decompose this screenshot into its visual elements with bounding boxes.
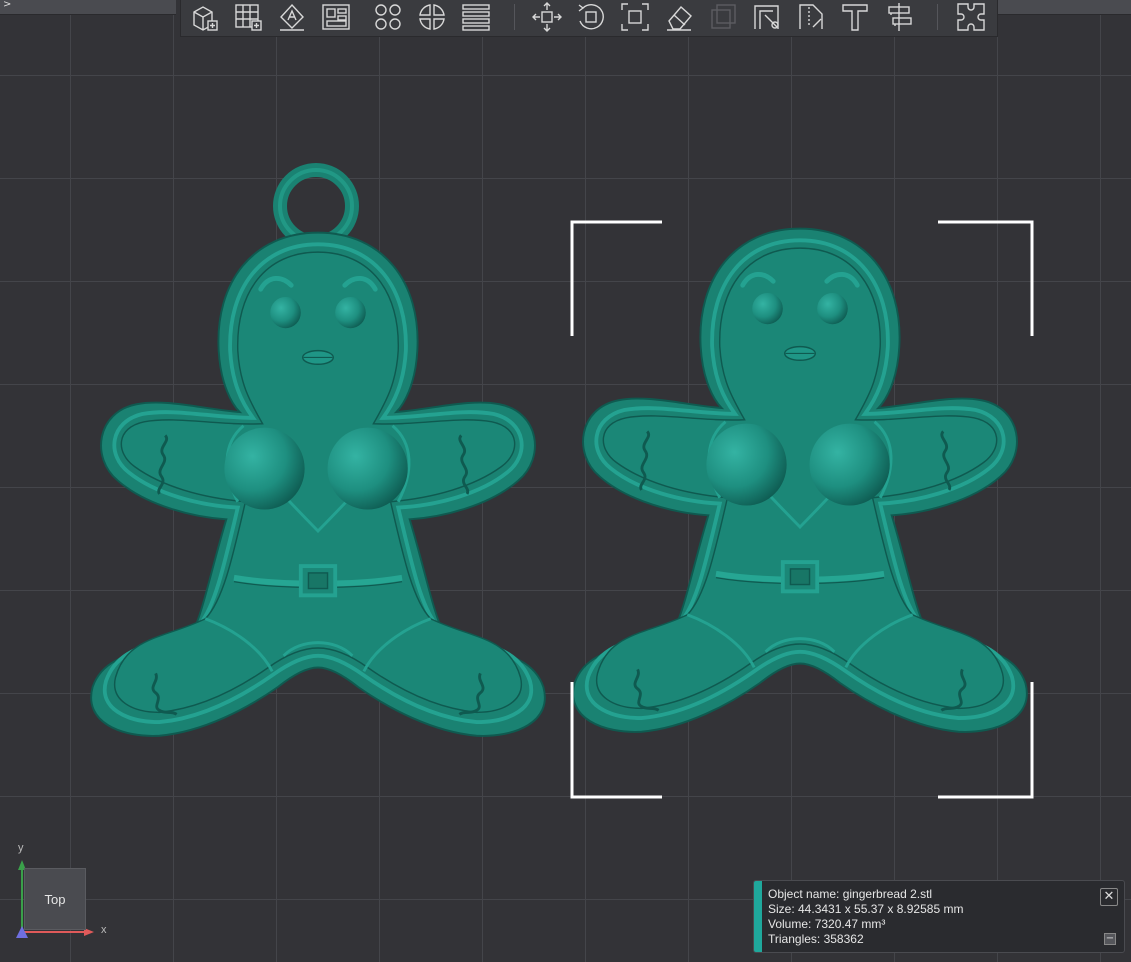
x-axis-label: x [101, 924, 107, 936]
build-scene [16, 163, 1034, 938]
minimize-icon[interactable]: − [1104, 933, 1116, 945]
view-cube-label: Top [44, 891, 66, 907]
info-accent-bar [754, 881, 762, 952]
object-size: Size: 44.3431 x 55.37 x 8.92585 mm [768, 902, 964, 916]
y-axis-label: y [18, 842, 24, 854]
close-icon[interactable]: ✕ [1100, 888, 1118, 906]
object-triangles: Triangles: 358362 [768, 932, 864, 946]
gingerbread-model-left[interactable] [91, 163, 545, 736]
view-cube[interactable]: Top [24, 868, 86, 930]
object-volume: Volume: 7320.47 mm³ [768, 917, 886, 931]
object-info-panel: Object name: gingerbread 2.stl Size: 44.… [753, 880, 1125, 953]
object-name: Object name: gingerbread 2.stl [768, 887, 933, 901]
gingerbread-model-right[interactable] [573, 229, 1027, 732]
